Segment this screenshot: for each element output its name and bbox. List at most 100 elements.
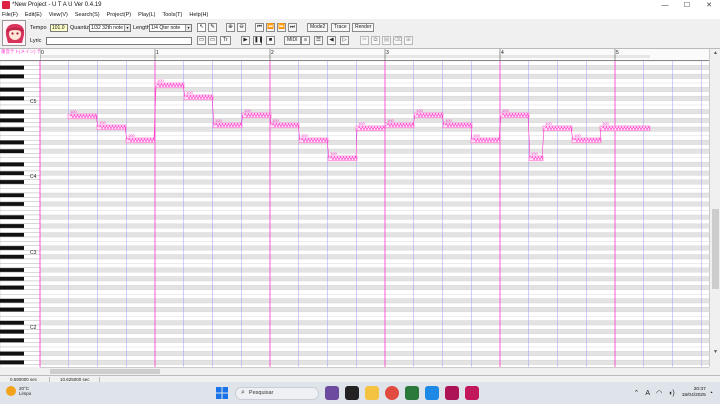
align-icon[interactable]: ≡ — [301, 36, 310, 45]
app-pink-icon[interactable] — [465, 386, 479, 400]
piano-key-black[interactable] — [0, 320, 24, 325]
app-green-icon[interactable] — [405, 386, 419, 400]
grid-row[interactable] — [40, 87, 709, 92]
grid-row[interactable] — [40, 228, 709, 233]
piano-key-white[interactable] — [0, 82, 41, 88]
grid-row[interactable] — [40, 263, 709, 268]
grid-row[interactable] — [40, 267, 709, 273]
rewind-icon[interactable]: ⏪ — [266, 23, 275, 32]
track-header[interactable]: 重音テト(メイン) テキスト音源 ver — [0, 49, 71, 61]
tempo-field[interactable]: 101.0 — [50, 24, 68, 32]
piano-key-black[interactable] — [0, 215, 24, 220]
grid-row[interactable] — [40, 113, 709, 119]
grid-row[interactable] — [40, 219, 709, 224]
clock[interactable]: 20:37 18/04/2025 — [682, 387, 706, 399]
pointer-tool-icon[interactable]: ↖ — [197, 23, 206, 32]
piano-key-white[interactable] — [0, 78, 41, 84]
grid-row[interactable] — [40, 298, 709, 303]
scroll-down-icon[interactable]: ▼ — [712, 349, 719, 356]
app-blue-icon[interactable] — [425, 386, 439, 400]
grid-row[interactable] — [40, 175, 709, 180]
grid-row[interactable] — [40, 223, 709, 229]
piano-key-black[interactable] — [0, 268, 24, 272]
piano-key-white[interactable] — [0, 236, 41, 242]
vertical-scroll-thumb[interactable] — [712, 209, 719, 289]
open-folder-alt-icon[interactable]: ▭ — [208, 36, 217, 45]
piano-key-white[interactable] — [0, 135, 41, 141]
keyboard-language-icon[interactable]: A — [645, 390, 650, 397]
copy-icon[interactable]: ⧉ — [371, 36, 380, 45]
voicebank-avatar[interactable] — [2, 20, 26, 46]
grid-row[interactable] — [40, 360, 709, 365]
grid-row[interactable] — [40, 171, 709, 176]
mode2-button[interactable]: Mode2 — [307, 23, 329, 32]
grid-row[interactable] — [40, 307, 709, 312]
quantize-select[interactable]: 1/32 32th note ▾ — [89, 24, 131, 32]
menu-project[interactable]: Project(P) — [107, 12, 131, 18]
grid-row[interactable] — [40, 303, 709, 308]
render-button[interactable]: Render — [352, 23, 375, 32]
menu-file[interactable]: File(F) — [2, 12, 18, 18]
grid-row[interactable] — [40, 184, 709, 189]
piano-key-black[interactable] — [0, 180, 24, 184]
piano-key-white[interactable] — [0, 184, 41, 189]
piano-key-white[interactable] — [0, 342, 41, 348]
open-folder-icon[interactable]: ▭ — [197, 36, 206, 45]
media-app-icon[interactable] — [345, 386, 359, 400]
trace-button[interactable]: Trace — [331, 23, 350, 32]
grid-row[interactable] — [40, 333, 709, 339]
piano-key-white[interactable] — [0, 166, 41, 172]
grid-row[interactable] — [40, 61, 709, 66]
piano-key-white[interactable] — [0, 258, 41, 264]
grid-row[interactable] — [40, 109, 709, 114]
paste-icon[interactable]: ▤ — [382, 36, 391, 45]
grid-row[interactable] — [40, 347, 709, 352]
menu-search[interactable]: Search(S) — [75, 12, 100, 18]
piano-key-white[interactable] — [0, 289, 41, 295]
grid-row[interactable] — [40, 162, 709, 167]
piano-key-black[interactable] — [0, 109, 24, 114]
grid-row[interactable] — [40, 91, 709, 97]
piano-roll-canvas[interactable]: C5 C4 C3 C2 100 100 100 100 100 100 100 100 100 100 10… — [0, 61, 709, 367]
piano-key-black[interactable] — [0, 360, 24, 365]
piano-key-white[interactable] — [0, 346, 41, 352]
grid-row[interactable] — [40, 78, 709, 83]
wifi-icon[interactable]: ◠ — [656, 389, 662, 397]
piano-key-white[interactable] — [0, 219, 41, 224]
piano-key-white[interactable] — [0, 302, 41, 308]
piano-key-black[interactable] — [0, 149, 24, 154]
grid-row[interactable] — [40, 272, 709, 277]
piano-key-black[interactable] — [0, 307, 24, 312]
zoom-out-icon[interactable]: ⊖ — [237, 23, 246, 32]
grid-row[interactable] — [40, 311, 709, 317]
piano-key-white[interactable] — [0, 144, 41, 150]
piano-key-white[interactable] — [0, 131, 41, 136]
grid-row[interactable] — [40, 232, 709, 237]
midi-button[interactable]: MIDI — [284, 36, 301, 45]
grid-row[interactable] — [40, 316, 709, 321]
piano-key-black[interactable] — [0, 171, 24, 176]
piano-key-white[interactable] — [0, 272, 41, 277]
forward-icon[interactable]: ▷ — [340, 36, 349, 45]
piano-key-black[interactable] — [0, 351, 24, 356]
piano-key-black[interactable] — [0, 338, 24, 343]
piano-key-white[interactable] — [0, 241, 41, 246]
grid-row[interactable] — [40, 237, 709, 242]
grid-row[interactable] — [40, 285, 709, 290]
lyric-input[interactable] — [46, 37, 192, 45]
piano-key-white[interactable] — [0, 91, 41, 97]
grid-row[interactable] — [40, 329, 709, 334]
cut-icon[interactable]: ✂ — [360, 36, 369, 45]
grid-row[interactable] — [40, 355, 709, 361]
piano-key-white[interactable] — [0, 311, 41, 317]
horizontal-scroll-thumb[interactable] — [50, 369, 160, 374]
grid-row[interactable] — [40, 96, 709, 101]
grid-row[interactable] — [40, 83, 709, 88]
piano-key-black[interactable] — [0, 285, 24, 290]
grid-row[interactable] — [40, 69, 709, 75]
utau-taskbar-icon[interactable] — [445, 386, 459, 400]
piano-key-white[interactable] — [0, 69, 41, 75]
grid-row[interactable] — [40, 241, 709, 246]
grid-row[interactable] — [40, 245, 709, 251]
grid-row[interactable] — [40, 351, 709, 356]
